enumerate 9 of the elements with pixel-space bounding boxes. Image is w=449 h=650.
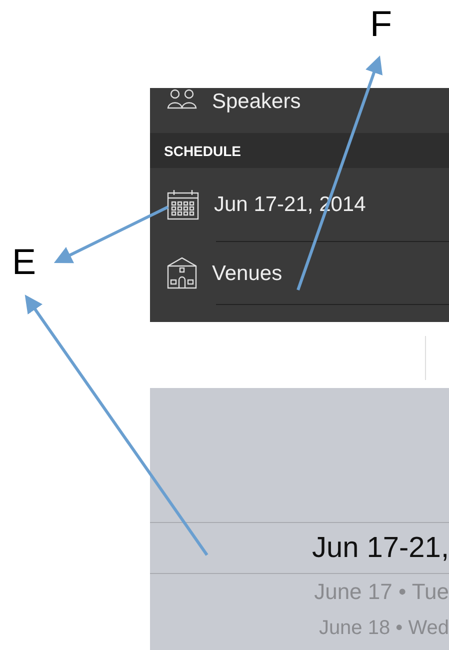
annotation-label: E (12, 244, 36, 280)
calendar-icon (166, 188, 200, 220)
section-header: SCHEDULE (150, 133, 449, 168)
annotation-label: F (370, 6, 392, 42)
people-icon (166, 88, 198, 110)
house-icon (166, 256, 198, 290)
picker-row[interactable]: Jun 17-21, (150, 522, 449, 574)
menu-item[interactable]: Venues (212, 262, 282, 284)
menu-item[interactable]: Speakers (212, 91, 301, 112)
